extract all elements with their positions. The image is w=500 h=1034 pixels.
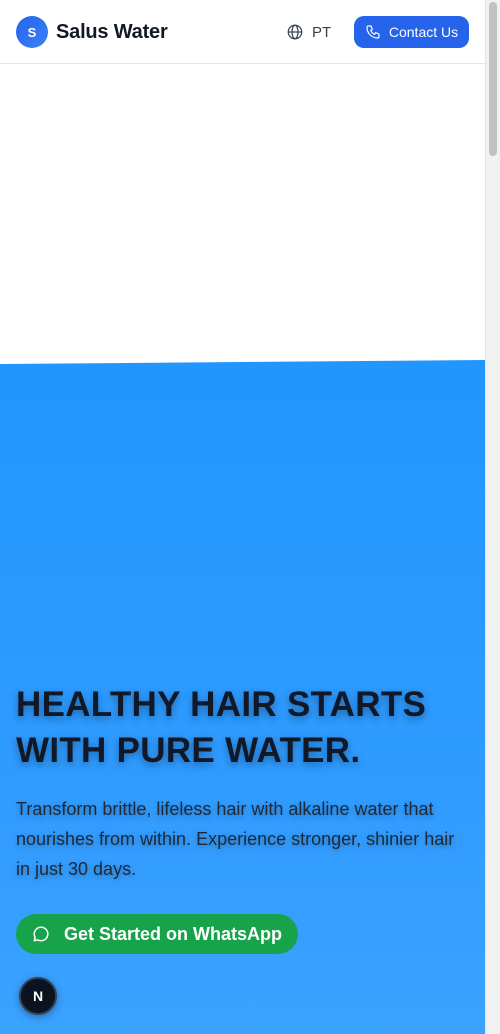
language-label: PT xyxy=(312,23,332,41)
contact-us-label: Contact Us xyxy=(388,24,459,40)
hero-subtitle: Transform brittle, lifeless hair with al… xyxy=(16,799,455,879)
page-viewport: S Salus Water PT Contact Us HEALTHY HAIR… xyxy=(0,0,485,1034)
whatsapp-cta-button[interactable]: Get Started on WhatsApp xyxy=(16,914,298,954)
phone-icon xyxy=(366,25,380,39)
scrollbar-thumb[interactable] xyxy=(489,2,497,156)
contact-us-button[interactable]: Contact Us xyxy=(354,16,469,48)
language-switcher[interactable]: PT xyxy=(286,22,331,42)
logo-icon[interactable]: S xyxy=(16,16,48,48)
dev-badge-icon[interactable]: N xyxy=(19,977,57,1015)
brand-name[interactable]: Salus Water xyxy=(56,20,168,44)
chat-bubble-icon xyxy=(33,926,49,942)
globe-icon xyxy=(287,24,303,40)
hero-title: HEALTHY HAIR STARTS WITH PURE WATER. xyxy=(16,685,427,770)
whatsapp-cta-label: Get Started on WhatsApp xyxy=(64,923,283,944)
vertical-scrollbar[interactable] xyxy=(485,0,500,1034)
site-header: S Salus Water PT Contact Us xyxy=(0,0,485,64)
